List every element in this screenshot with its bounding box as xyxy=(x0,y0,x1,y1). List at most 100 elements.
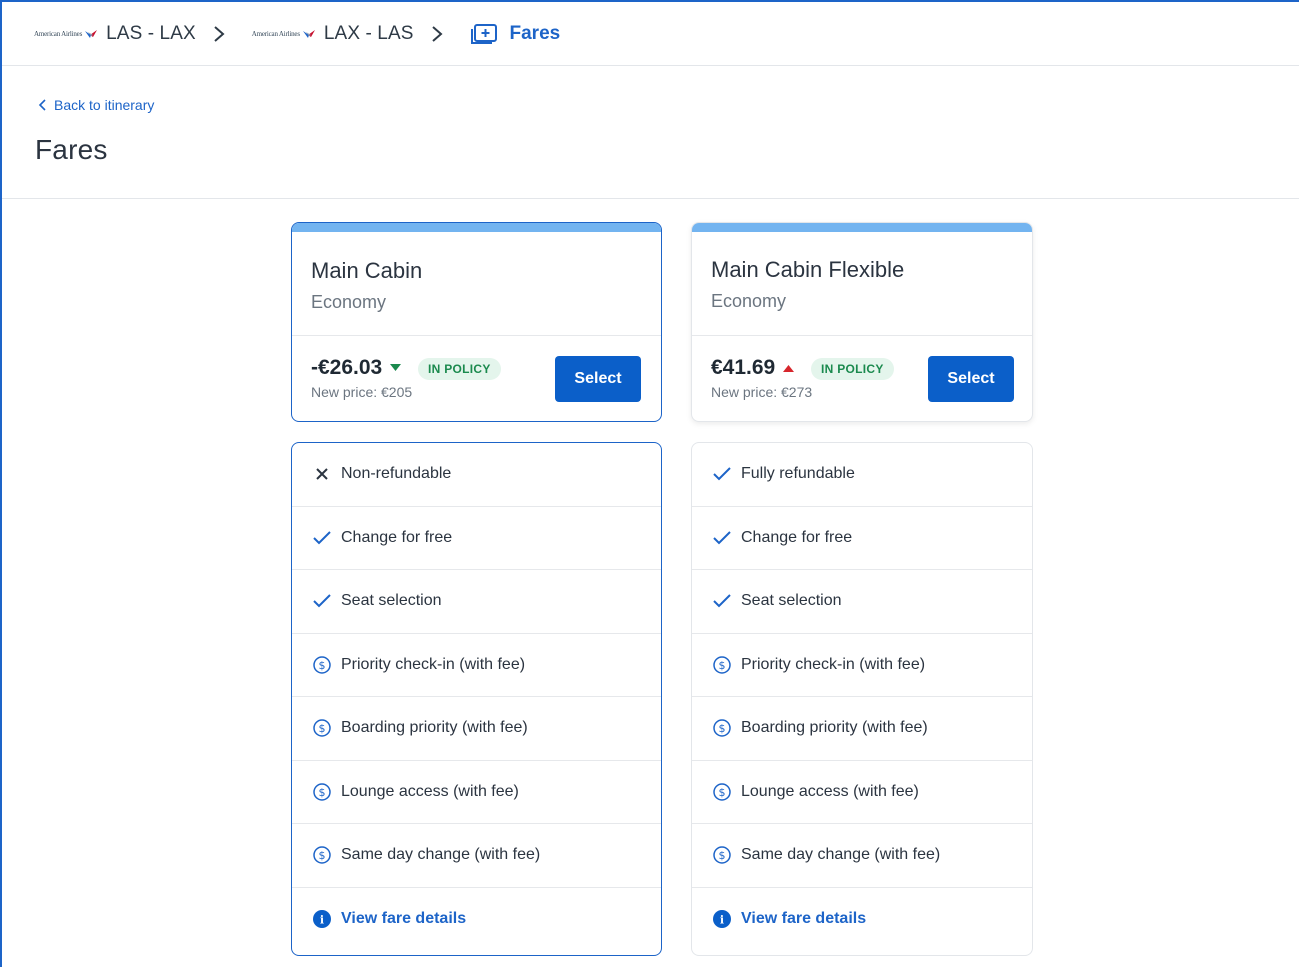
fare-card-main-cabin-flexible[interactable]: Main Cabin Flexible Economy €41.69 IN PO… xyxy=(691,222,1033,422)
dollar-coin-icon: $ xyxy=(312,782,332,802)
feature-label: Priority check-in (with fee) xyxy=(741,655,926,673)
feature-row: $ Same day change (with fee) xyxy=(692,824,1032,888)
feature-label: Lounge access (with fee) xyxy=(341,782,519,800)
fare-price-row: -€26.03 IN POLICY New price: €205 Select xyxy=(292,336,661,421)
back-link-label: Back to itinerary xyxy=(54,97,155,113)
feature-label: Non-refundable xyxy=(341,465,452,483)
fare-price-row: €41.69 IN POLICY New price: €273 Select xyxy=(692,336,1032,421)
check-icon xyxy=(712,528,732,548)
select-main-cabin-flexible-button[interactable]: Select xyxy=(928,356,1014,402)
fare-features-main-cabin: Non-refundable Change for free Seat sele… xyxy=(291,442,662,956)
feature-row: Seat selection xyxy=(292,570,661,634)
fare-name: Main Cabin xyxy=(311,258,423,283)
feature-label: Priority check-in (with fee) xyxy=(341,655,526,673)
feature-label: Change for free xyxy=(341,528,453,546)
chevron-right-icon xyxy=(431,25,443,42)
feature-row: $ Boarding priority (with fee) xyxy=(692,697,1032,761)
check-icon xyxy=(712,464,732,484)
feature-label: Same day change (with fee) xyxy=(741,846,941,864)
feature-row: Fully refundable xyxy=(692,443,1032,507)
fare-class: Economy xyxy=(711,291,787,311)
chevron-right-icon xyxy=(214,25,225,42)
page-header: Back to itinerary Fares xyxy=(2,66,1299,199)
svg-text:$: $ xyxy=(719,659,726,672)
x-icon xyxy=(312,464,332,484)
airline-logo-text: American Airlines xyxy=(251,29,300,38)
fare-name: Main Cabin Flexible xyxy=(711,257,905,282)
in-policy-badge: IN POLICY xyxy=(418,358,501,380)
view-fare-details-link[interactable]: i View fare details xyxy=(692,888,1032,952)
feature-label: Fully refundable xyxy=(741,465,855,483)
feature-label: Change for free xyxy=(741,528,853,546)
feature-label: Boarding priority (with fee) xyxy=(341,719,528,737)
check-icon xyxy=(712,591,732,611)
dollar-coin-icon: $ xyxy=(712,718,732,738)
american-airlines-logo: American Airlines xyxy=(34,29,98,39)
fare-class: Economy xyxy=(311,292,387,312)
svg-text:$: $ xyxy=(319,849,326,862)
fare-ticket-icon xyxy=(470,23,497,44)
svg-text:$: $ xyxy=(719,722,726,735)
check-icon xyxy=(312,591,332,611)
fare-card-main-cabin[interactable]: Main Cabin Economy -€26.03 IN POLICY New… xyxy=(291,222,662,422)
svg-text:i: i xyxy=(720,914,724,927)
check-icon xyxy=(312,528,332,548)
fare-card-accent-bar xyxy=(292,223,661,232)
info-icon: i xyxy=(312,909,332,929)
page-title: Fares xyxy=(35,134,108,165)
feature-label: Lounge access (with fee) xyxy=(741,782,919,800)
breadcrumb-leg-2[interactable]: American Airlines LAX - LAS xyxy=(252,2,470,66)
feature-row: $ Lounge access (with fee) xyxy=(292,761,661,824)
feature-row: Non-refundable xyxy=(292,443,661,507)
feature-row: $ Boarding priority (with fee) xyxy=(292,697,661,761)
new-price-label: New price: €205 xyxy=(311,384,413,400)
dollar-coin-icon: $ xyxy=(712,845,732,865)
fare-card-header: Main Cabin Flexible Economy xyxy=(692,232,1032,336)
view-fare-details-link[interactable]: i View fare details xyxy=(292,888,661,952)
fare-card-header: Main Cabin Economy xyxy=(292,232,661,336)
svg-text:$: $ xyxy=(319,722,326,735)
dollar-coin-icon: $ xyxy=(312,718,332,738)
airline-logo-text: American Airlines xyxy=(34,29,83,38)
svg-text:$: $ xyxy=(319,786,326,799)
back-to-itinerary-link[interactable]: Back to itinerary xyxy=(38,97,154,113)
view-fare-details-label: View fare details xyxy=(341,910,467,928)
svg-text:$: $ xyxy=(719,786,726,799)
breadcrumb-leg-1[interactable]: American Airlines LAS - LAX xyxy=(34,2,252,66)
feature-label: Boarding priority (with fee) xyxy=(741,719,928,737)
feature-row: $ Priority check-in (with fee) xyxy=(692,634,1032,697)
new-price-label: New price: €273 xyxy=(711,384,813,400)
select-main-cabin-button[interactable]: Select xyxy=(555,356,641,402)
feature-row: $ Lounge access (with fee) xyxy=(692,761,1032,824)
feature-row: Change for free xyxy=(692,507,1032,570)
price-difference-value: -€26.03 xyxy=(311,356,383,379)
feature-row: $ Priority check-in (with fee) xyxy=(292,634,661,697)
feature-label: Seat selection xyxy=(341,592,442,610)
dollar-coin-icon: $ xyxy=(712,782,732,802)
price-up-triangle-icon xyxy=(783,365,795,372)
leg-route-label: LAS - LAX xyxy=(106,22,196,44)
breadcrumb-current-fares[interactable]: Fares xyxy=(470,22,561,45)
price-difference-value: €41.69 xyxy=(711,356,776,379)
breadcrumb: American Airlines LAS - LAX American Air… xyxy=(2,2,1299,66)
dollar-coin-icon: $ xyxy=(712,655,732,675)
dollar-coin-icon: $ xyxy=(312,655,332,675)
svg-text:$: $ xyxy=(719,849,726,862)
price-difference: €41.69 xyxy=(711,356,795,380)
aa-flight-symbol-icon xyxy=(85,29,98,38)
info-icon: i xyxy=(712,909,732,929)
feature-row: $ Same day change (with fee) xyxy=(292,824,661,888)
feature-label: Seat selection xyxy=(741,592,842,610)
dollar-coin-icon: $ xyxy=(312,845,332,865)
feature-row: Seat selection xyxy=(692,570,1032,634)
current-crumb-label: Fares xyxy=(509,22,561,44)
feature-row: Change for free xyxy=(292,507,661,570)
american-airlines-logo: American Airlines xyxy=(252,29,316,39)
chevron-left-icon xyxy=(38,99,46,111)
svg-text:i: i xyxy=(320,914,324,927)
fare-card-accent-bar xyxy=(692,223,1032,232)
price-down-triangle-icon xyxy=(390,364,402,371)
leg-route-label: LAX - LAS xyxy=(323,22,414,44)
aa-flight-symbol-icon xyxy=(302,29,315,38)
price-difference: -€26.03 xyxy=(311,356,402,380)
